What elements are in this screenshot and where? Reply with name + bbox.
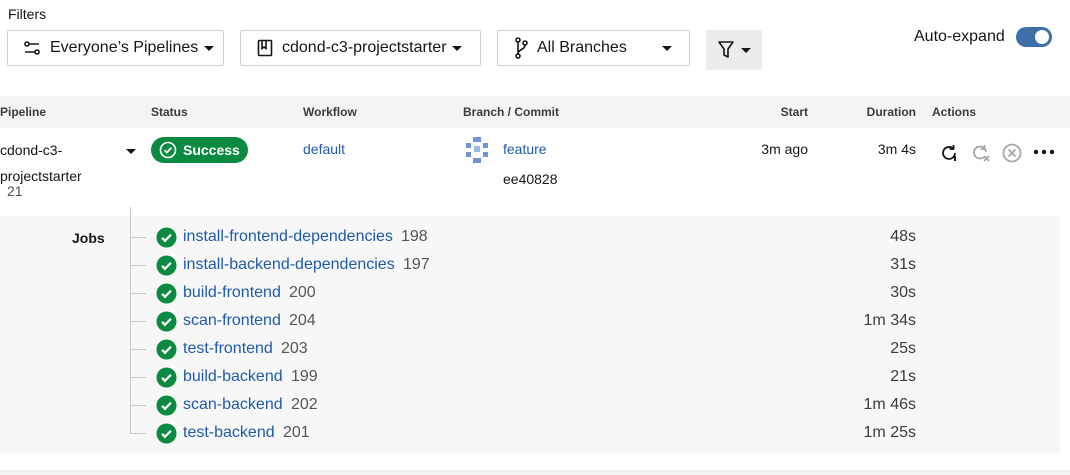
rerun-icon (942, 145, 956, 161)
job-name-link[interactable]: test-backend (183, 424, 275, 442)
job-duration: 21s (890, 368, 916, 385)
rerun-button[interactable] (938, 142, 960, 164)
job-name-link[interactable]: install-frontend-dependencies (183, 228, 393, 246)
bottom-divider (0, 470, 1070, 475)
tree-connector (130, 377, 146, 378)
avatar (466, 137, 488, 163)
header-workflow: Workflow (303, 105, 357, 119)
auto-expand-toggle[interactable] (1016, 27, 1052, 47)
filter-funnel-icon (718, 41, 734, 58)
rerun-failed-button[interactable] (970, 142, 992, 164)
start-time: 3m ago (761, 141, 808, 157)
job-row[interactable]: build-frontend 200 30s (130, 280, 930, 308)
chevron-down-icon (661, 45, 672, 51)
pipeline-name[interactable]: cdond-c3- projectstarter (0, 137, 100, 189)
project-filter-label: cdond-c3-projectstarter (282, 39, 447, 56)
filters-label: Filters (8, 6, 47, 22)
workflow-link[interactable]: default (303, 141, 345, 157)
job-number: 203 (281, 340, 308, 357)
header-duration: Duration (866, 105, 916, 119)
branch-filter-dropdown[interactable]: All Branches (497, 30, 690, 66)
job-name-link[interactable]: scan-frontend (183, 312, 281, 330)
job-duration: 1m 34s (863, 312, 916, 329)
job-duration: 48s (890, 228, 916, 245)
job-row[interactable]: test-backend 201 1m 25s (130, 420, 930, 448)
tree-connector (130, 349, 146, 350)
tree-connector (130, 293, 146, 294)
chevron-down-icon (204, 45, 215, 51)
job-row[interactable]: test-frontend 203 25s (130, 336, 930, 364)
job-number: 198 (401, 228, 428, 245)
success-check-icon (156, 367, 177, 388)
success-check-icon (156, 255, 177, 276)
success-check-icon (156, 395, 177, 416)
job-row[interactable]: install-frontend-dependencies 198 48s (130, 224, 930, 252)
job-duration: 31s (890, 256, 916, 273)
branch-filter-label: All Branches (537, 39, 627, 56)
chevron-down-icon (451, 45, 462, 51)
tree-connector (130, 405, 146, 406)
status-badge[interactable]: Success (151, 137, 248, 163)
tree-connector (130, 321, 146, 322)
expand-chevron-icon[interactable] (126, 149, 136, 154)
job-number: 197 (403, 256, 430, 273)
cancel-circle-icon (1002, 143, 1022, 163)
git-branch-icon (514, 37, 528, 59)
filter-funnel-button[interactable] (706, 30, 762, 70)
pipeline-name-line1: cdond-c3- (0, 142, 63, 158)
job-duration: 25s (890, 340, 916, 357)
job-name-link[interactable]: test-frontend (183, 340, 273, 358)
job-number: 202 (291, 396, 318, 413)
header-pipeline: Pipeline (0, 105, 47, 119)
success-check-icon (156, 227, 177, 248)
success-check-icon (156, 311, 177, 332)
success-check-icon (156, 339, 177, 360)
commit-hash[interactable]: ee40828 (503, 171, 558, 187)
more-actions-button[interactable] (1033, 149, 1055, 155)
header-status: Status (151, 105, 188, 119)
job-row[interactable]: scan-frontend 204 1m 34s (130, 308, 930, 336)
rerun-failed-icon (973, 145, 990, 162)
pipelines-icon (23, 39, 41, 57)
pipelines-filter-label: Everyone’s Pipelines (50, 39, 199, 56)
job-name-link[interactable]: build-frontend (183, 284, 281, 302)
tree-connector (130, 237, 146, 238)
success-check-icon (156, 423, 177, 444)
pipeline-duration: 3m 4s (877, 141, 916, 157)
check-circle-icon (159, 141, 177, 159)
job-name-link[interactable]: build-backend (183, 368, 283, 386)
tree-connector (130, 265, 146, 266)
job-number: 204 (289, 312, 316, 329)
project-icon (257, 39, 273, 57)
toggle-knob (1035, 30, 1049, 44)
job-duration: 1m 25s (863, 424, 916, 441)
job-duration: 30s (890, 284, 916, 301)
job-row[interactable]: scan-backend 202 1m 46s (130, 392, 930, 420)
job-number: 199 (291, 368, 318, 385)
job-name-link[interactable]: scan-backend (183, 396, 283, 414)
job-number: 201 (283, 424, 310, 441)
branch-link[interactable]: feature (503, 141, 547, 157)
pipeline-number: 21 (7, 183, 23, 199)
header-actions: Actions (932, 105, 977, 119)
jobs-label: Jobs (72, 230, 105, 246)
cancel-button[interactable] (1001, 142, 1023, 164)
status-label: Success (183, 142, 240, 158)
job-name-link[interactable]: install-backend-dependencies (183, 256, 395, 274)
success-check-icon (156, 283, 177, 304)
tree-connector (130, 433, 146, 434)
job-duration: 1m 46s (863, 396, 916, 413)
pipelines-filter-dropdown[interactable]: Everyone’s Pipelines (7, 30, 224, 66)
chevron-down-icon (741, 47, 751, 53)
project-filter-dropdown[interactable]: cdond-c3-projectstarter (240, 30, 481, 66)
more-horizontal-icon (1033, 149, 1055, 155)
header-start: Start (780, 105, 808, 119)
auto-expand-label: Auto-expand (914, 28, 1005, 45)
job-row[interactable]: build-backend 199 21s (130, 364, 930, 392)
table-header: Pipeline Status Workflow Branch / Commit… (0, 96, 1070, 128)
job-number: 200 (289, 284, 316, 301)
header-branch-commit: Branch / Commit (463, 105, 560, 119)
job-row[interactable]: install-backend-dependencies 197 31s (130, 252, 930, 280)
